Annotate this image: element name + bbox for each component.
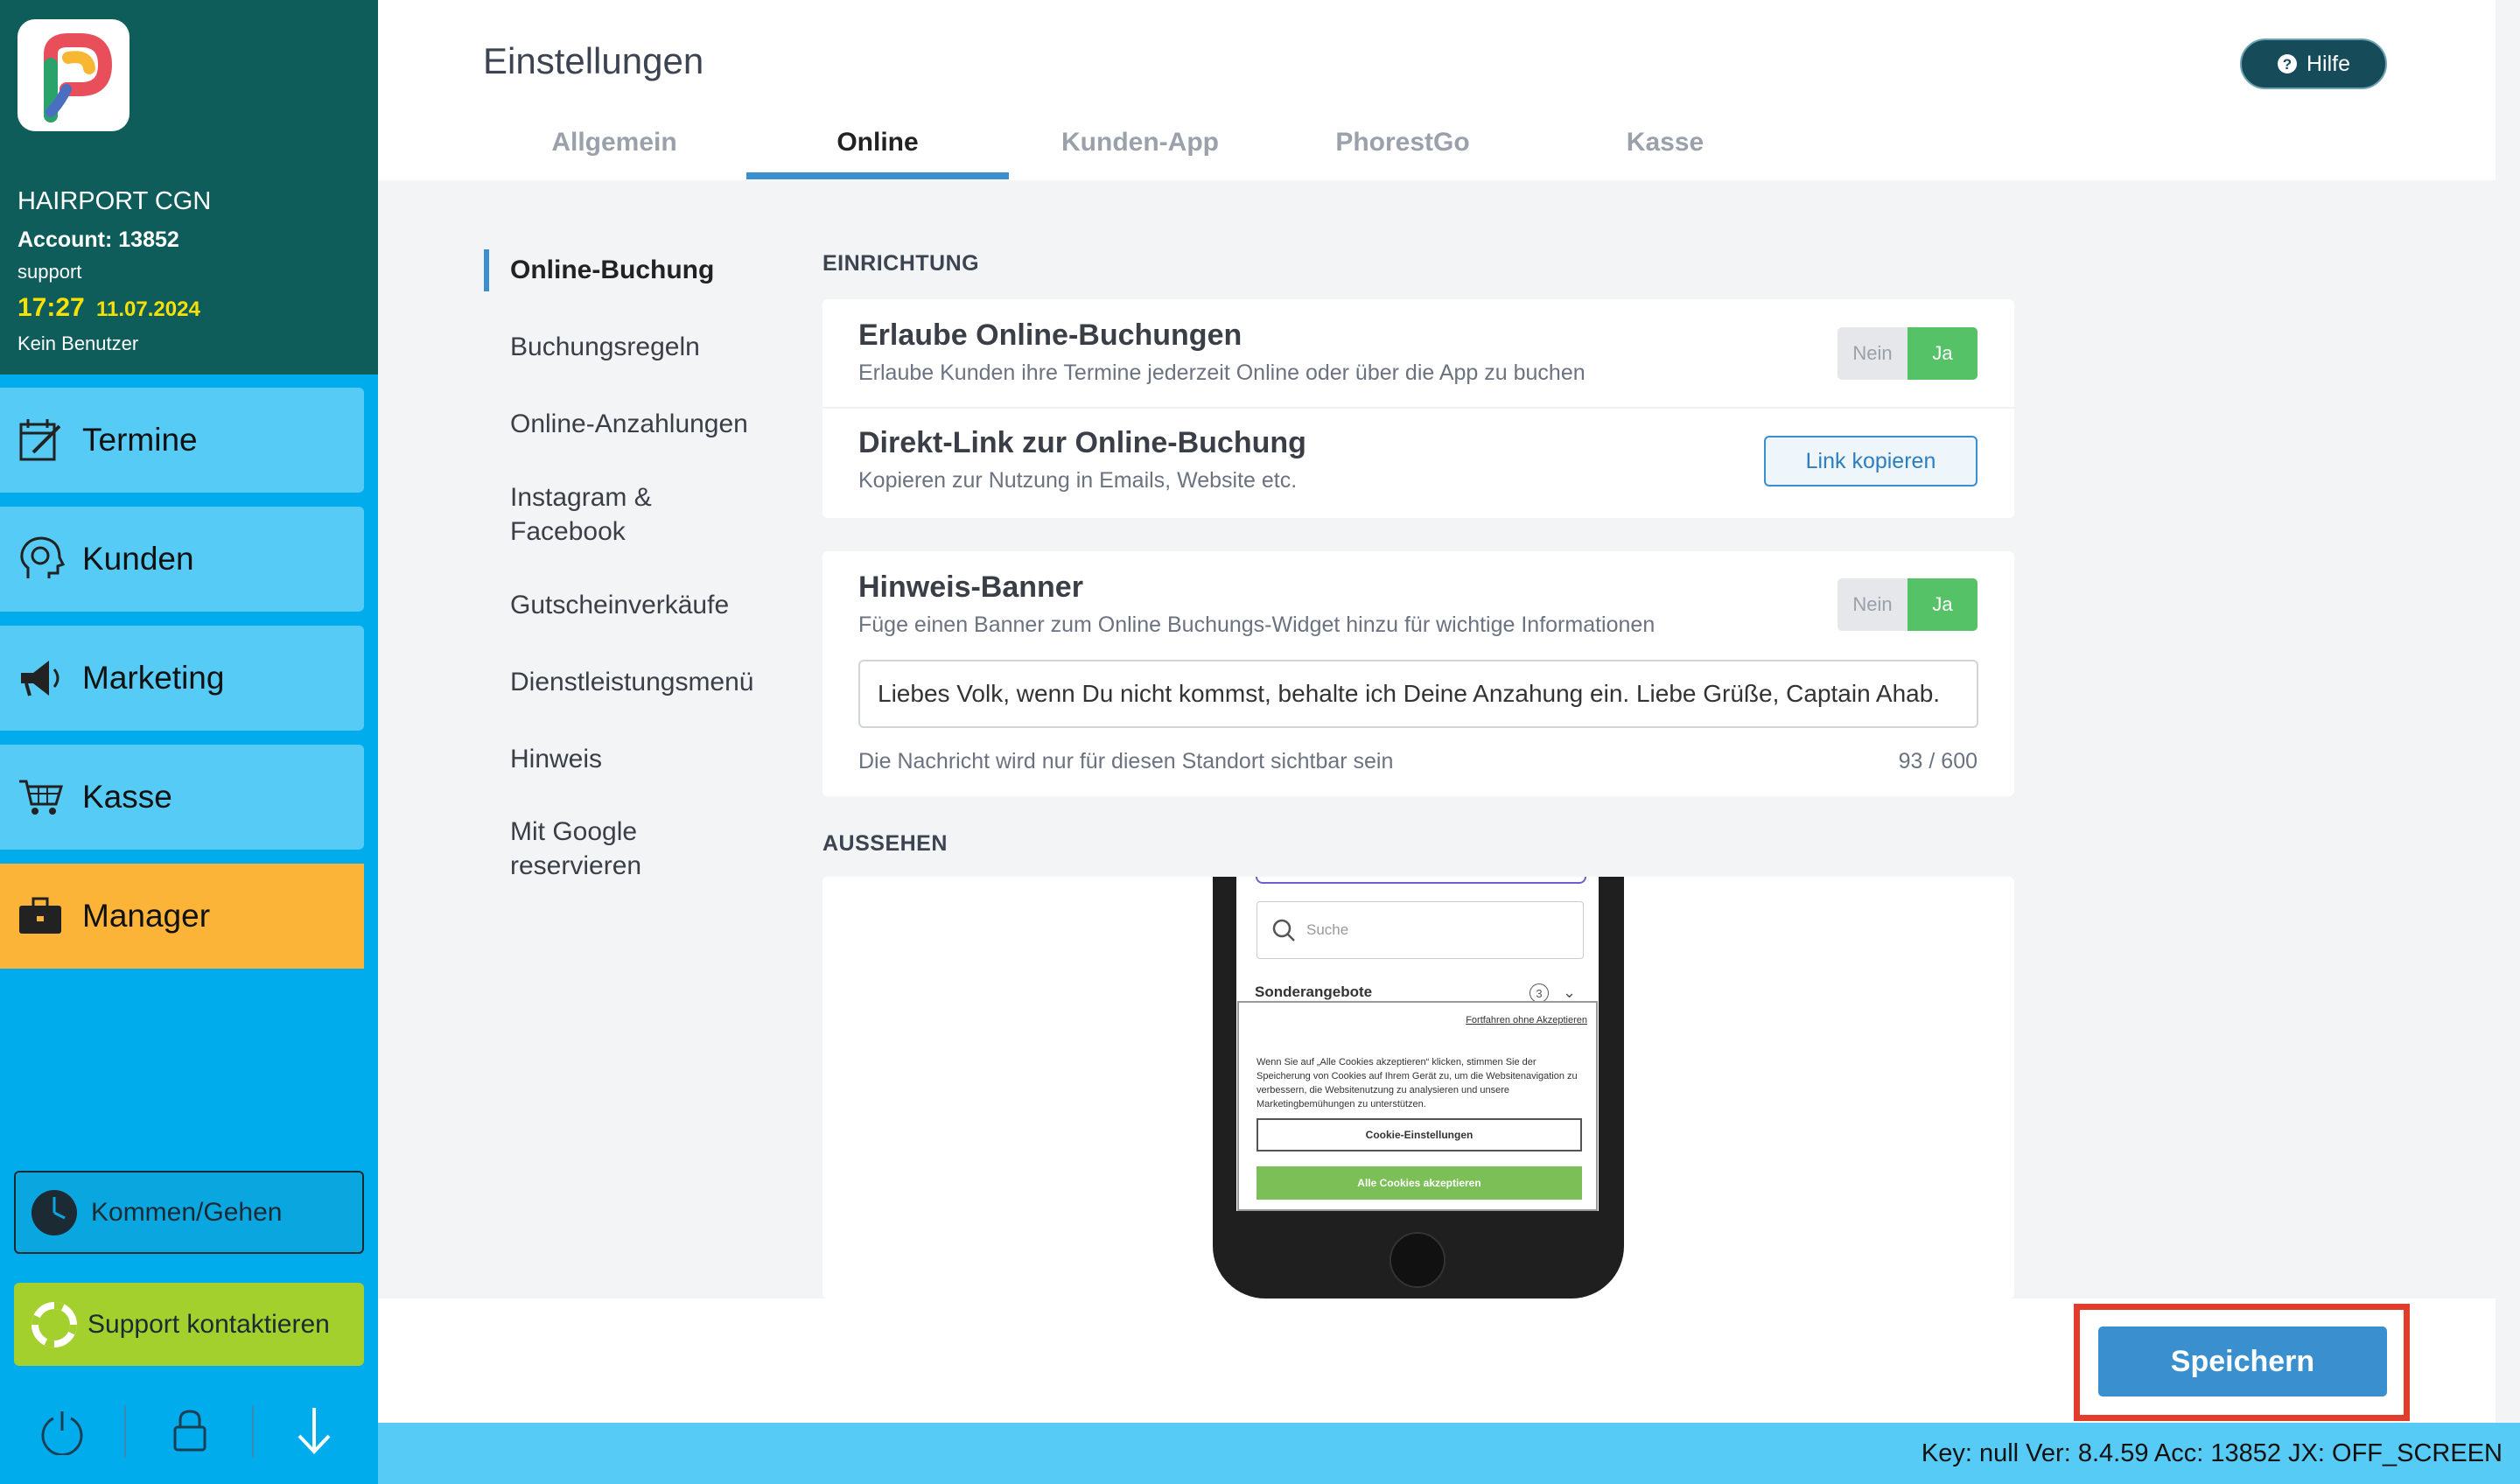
search-icon (1271, 918, 1296, 942)
toggle-no[interactable]: Nein (1838, 327, 1908, 380)
direct-link-subtitle: Kopieren zur Nutzung in Emails, Website … (858, 468, 1298, 493)
current-user: Kein Benutzer (18, 332, 139, 354)
banner-char-counter: 93 / 600 (1898, 749, 1978, 774)
nav-label: Termine (82, 422, 198, 458)
nav-termine[interactable]: Termine (0, 388, 364, 493)
allow-online-subtitle: Erlaube Kunden ihre Termine jederzeit On… (858, 360, 1586, 385)
lock-icon[interactable] (150, 1400, 229, 1461)
cookie-text: Wenn Sie auf „Alle Cookies akzeptieren“ … (1256, 1057, 1578, 1110)
menu-gutscheinverkaufe[interactable]: Gutscheinverkäufe (510, 588, 729, 622)
phone-search-placeholder: Suche (1306, 921, 1349, 938)
calendar-edit-icon (14, 414, 66, 466)
menu-dienstleistungsmenu[interactable]: Dienstleistungsmenü (510, 665, 753, 699)
divider (252, 1405, 254, 1458)
phone-home-button (1390, 1232, 1446, 1288)
current-time: 17:27 (18, 293, 85, 322)
allow-online-title: Erlaube Online-Buchungen (858, 318, 1242, 352)
menu-hinweis[interactable]: Hinweis (510, 742, 602, 776)
divider (124, 1405, 126, 1458)
nav-label: Manager (82, 898, 211, 934)
menu-online-anzahlungen[interactable]: Online-Anzahlungen (510, 407, 748, 441)
arrow-down-icon[interactable] (275, 1400, 354, 1461)
menu-label: reservieren (510, 851, 642, 880)
banner-title: Hinweis-Banner (858, 570, 1083, 604)
status-bar: Key: null Ver: 8.4.59 Acc: 13852 JX: OFF… (378, 1423, 2520, 1484)
cart-icon (14, 771, 66, 823)
current-date: 11.07.2024 (96, 298, 200, 321)
status-text: Key: null Ver: 8.4.59 Acc: 13852 JX: OFF… (1921, 1438, 2502, 1467)
cookie-accept-button: Alle Cookies akzeptieren (1256, 1166, 1582, 1200)
allow-online-toggle[interactable]: Nein Ja (1838, 327, 1978, 380)
help-button[interactable]: ? Hilfe (2240, 38, 2387, 89)
nav-label: Kasse (82, 779, 172, 815)
active-tab-indicator (746, 172, 1009, 179)
section-appearance-label: AUSSEHEN (822, 831, 948, 856)
nav-label: Marketing (82, 660, 225, 696)
power-icon[interactable] (23, 1400, 102, 1461)
briefcase-icon (14, 890, 66, 942)
svg-text:?: ? (2283, 56, 2292, 73)
menu-label: Facebook (510, 517, 626, 546)
phorest-logo (18, 19, 130, 131)
active-menu-indicator (484, 249, 489, 291)
nav-label: Kunden (82, 541, 194, 577)
toggle-yes[interactable]: Ja (1908, 578, 1978, 631)
banner-text-input[interactable]: Liebes Volk, wenn Du nicht kommst, behal… (858, 660, 1978, 728)
tab-allgemein[interactable]: Allgemein (483, 128, 746, 180)
chevron-down-icon: ⌄ (1563, 984, 1577, 1001)
phone-tab-indicator (1256, 877, 1586, 884)
nav-manager[interactable]: Manager (0, 864, 364, 969)
divider (822, 407, 2014, 409)
lifebuoy-icon (32, 1301, 77, 1348)
menu-online-buchung[interactable]: Online-Buchung (510, 253, 714, 287)
clock-icon (30, 1188, 79, 1237)
banner-toggle[interactable]: Nein Ja (1838, 578, 1978, 631)
question-circle-icon: ? (2277, 53, 2298, 74)
toggle-no[interactable]: Nein (1838, 578, 1908, 631)
phone-category-count: 3 (1530, 984, 1549, 1003)
salon-name: HAIRPORT CGN (18, 187, 212, 215)
nav-kunden[interactable]: Kunden (0, 507, 364, 612)
nav-marketing[interactable]: Marketing (0, 626, 364, 731)
menu-buchungsregeln[interactable]: Buchungsregeln (510, 330, 700, 364)
toggle-yes[interactable]: Ja (1908, 327, 1978, 380)
tab-kasse[interactable]: Kasse (1534, 128, 1796, 180)
menu-instagram-facebook[interactable]: Instagram & Facebook (510, 480, 652, 549)
save-button[interactable]: Speichern (2098, 1326, 2387, 1396)
menu-label: Instagram & (510, 483, 652, 512)
direct-link-title: Direkt-Link zur Online-Buchung (858, 426, 1306, 459)
phone-category: Sonderangebote (1255, 984, 1373, 1000)
nav-kasse[interactable]: Kasse (0, 745, 364, 850)
section-setup-label: EINRICHTUNG (822, 251, 980, 276)
tab-kunden-app[interactable]: Kunden-App (1009, 128, 1271, 180)
clock-in-out-button[interactable]: Kommen/Gehen (14, 1171, 364, 1254)
clock-in-out-label: Kommen/Gehen (91, 1197, 283, 1227)
banner-hint: Die Nachricht wird nur für diesen Stando… (858, 749, 1394, 774)
cookie-settings-button: Cookie-Einstellungen (1256, 1118, 1582, 1152)
cookie-skip-link: Fortfahren ohne Akzeptieren (1466, 1015, 1587, 1026)
tab-phorestgo[interactable]: PhorestGo (1271, 128, 1534, 180)
menu-label: Mit Google (510, 817, 638, 846)
page-title: Einstellungen (483, 40, 704, 81)
help-label: Hilfe (2306, 51, 2350, 76)
menu-google-reservieren[interactable]: Mit Google reservieren (510, 815, 641, 883)
copy-link-button[interactable]: Link kopieren (1764, 436, 1978, 486)
phone-search-box: Suche (1256, 901, 1584, 959)
contact-support-button[interactable]: Support kontaktieren (14, 1283, 364, 1366)
banner-subtitle: Füge einen Banner zum Online Buchungs-Wi… (858, 612, 1656, 637)
user-role: support (18, 261, 82, 283)
contact-support-label: Support kontaktieren (88, 1309, 330, 1339)
account-number: Account: 13852 (18, 228, 179, 252)
megaphone-icon (14, 652, 66, 704)
customer-head-icon (14, 533, 66, 585)
